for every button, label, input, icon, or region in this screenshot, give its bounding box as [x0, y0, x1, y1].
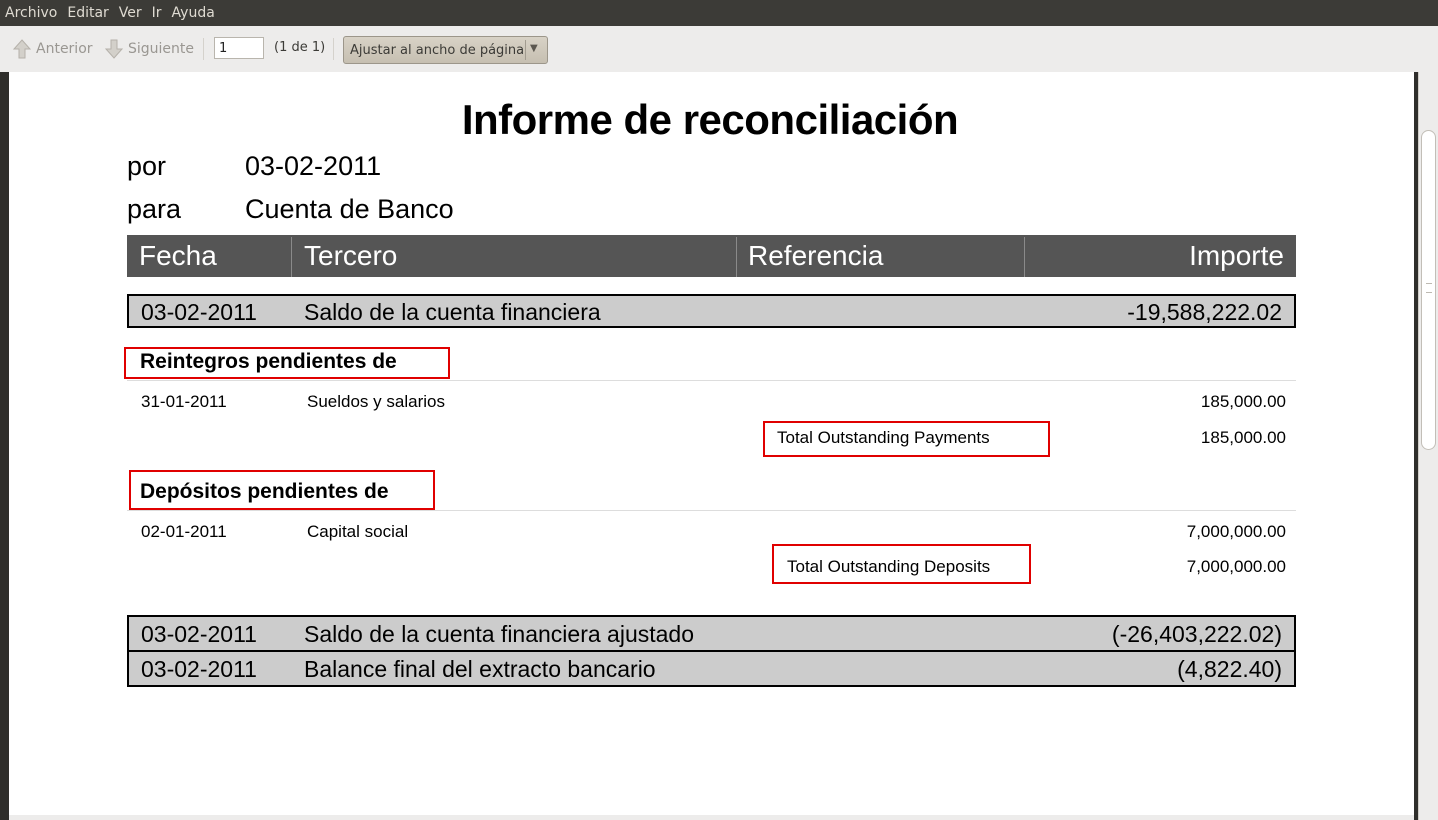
- deposit-row-amount: 7,000,000.00: [1186, 522, 1286, 541]
- para-label: para: [127, 194, 182, 224]
- payment-row-description: Sueldos y salarios: [307, 392, 445, 411]
- column-header-referencia: Referencia: [748, 240, 884, 271]
- adjusted-date: 03-02-2011: [141, 621, 257, 647]
- zoom-select[interactable]: Ajustar al ancho de página ▼: [343, 36, 548, 64]
- zoom-select-value: Ajustar al ancho de página: [350, 43, 525, 58]
- menu-editar[interactable]: Editar: [62, 0, 113, 26]
- deposits-total-amount: 7,000,000.00: [1186, 557, 1286, 576]
- toolbar: Anterior Siguiente (1 de 1) Ajustar al a…: [0, 26, 1438, 73]
- toolbar-separator: [333, 38, 334, 60]
- payment-row-date: 31-01-2011: [141, 392, 227, 411]
- section-divider: [127, 510, 1296, 511]
- por-label: por: [127, 151, 167, 181]
- menu-ir[interactable]: Ir: [147, 0, 167, 26]
- payment-row-amount: 185,000.00: [1200, 392, 1286, 411]
- para-value: Cuenta de Banco: [245, 194, 454, 224]
- statement-balance-row: 03-02-2011 Balance final del extracto ba…: [127, 650, 1296, 687]
- arrow-down-icon: [104, 38, 124, 60]
- highlight-box: [124, 347, 450, 379]
- opening-description: Saldo de la cuenta financiera: [304, 299, 601, 325]
- column-header-tercero: Tercero: [304, 240, 398, 271]
- column-header-fecha: Fecha: [139, 240, 217, 271]
- page-number-input[interactable]: [214, 37, 264, 59]
- menu-ver[interactable]: Ver: [114, 0, 147, 26]
- opening-balance-row: 03-02-2011 Saldo de la cuenta financiera…: [127, 294, 1296, 328]
- column-header-importe: Importe: [1189, 240, 1284, 271]
- menu-ayuda[interactable]: Ayuda: [167, 0, 220, 26]
- zoom-select-divider: [525, 40, 526, 60]
- adjusted-balance-row: 03-02-2011 Saldo de la cuenta financiera…: [127, 615, 1296, 652]
- previous-page-label: Anterior: [36, 41, 93, 57]
- adjusted-amount: (-26,403,222.02): [1111, 621, 1282, 647]
- column-divider: [1024, 237, 1025, 277]
- document-viewport: Informe de reconciliación por 03-02-2011…: [0, 72, 1438, 820]
- report-title: Informe de reconciliación: [461, 96, 959, 143]
- por-value: 03-02-2011: [245, 151, 382, 181]
- previous-page-button[interactable]: Anterior: [12, 38, 93, 60]
- deposit-row-date: 02-01-2011: [141, 522, 227, 541]
- toolbar-separator: [203, 38, 204, 60]
- next-page-label: Siguiente: [128, 41, 195, 57]
- table-header: Fecha Tercero Referencia Importe: [127, 235, 1296, 277]
- statement-date: 03-02-2011: [141, 656, 257, 682]
- deposit-row-description: Capital social: [307, 522, 409, 541]
- scrollbar-grip: [1426, 283, 1432, 293]
- opening-date: 03-02-2011: [141, 299, 257, 325]
- menu-bar: Archivo Editar Ver Ir Ayuda: [0, 0, 1438, 26]
- menu-archivo[interactable]: Archivo: [0, 0, 62, 26]
- page-count: (1 de 1): [274, 40, 326, 55]
- next-page-button[interactable]: Siguiente: [104, 38, 194, 60]
- column-divider: [291, 237, 292, 277]
- statement-amount: (4,822.40): [1177, 656, 1282, 682]
- adjusted-description: Saldo de la cuenta financiera ajustado: [304, 621, 695, 647]
- column-divider: [736, 237, 737, 277]
- highlight-box: [129, 470, 435, 510]
- payments-total-amount: 185,000.00: [1200, 428, 1286, 447]
- section-divider: [127, 380, 1296, 381]
- opening-amount: -19,588,222.02: [1127, 299, 1282, 325]
- scrollbar-thumb[interactable]: [1421, 130, 1436, 450]
- left-border: [0, 72, 9, 820]
- chevron-down-icon: ▼: [530, 43, 538, 54]
- horizontal-scrollbar[interactable]: [9, 815, 1414, 820]
- arrow-up-icon: [12, 38, 32, 60]
- statement-description: Balance final del extracto bancario: [304, 656, 656, 682]
